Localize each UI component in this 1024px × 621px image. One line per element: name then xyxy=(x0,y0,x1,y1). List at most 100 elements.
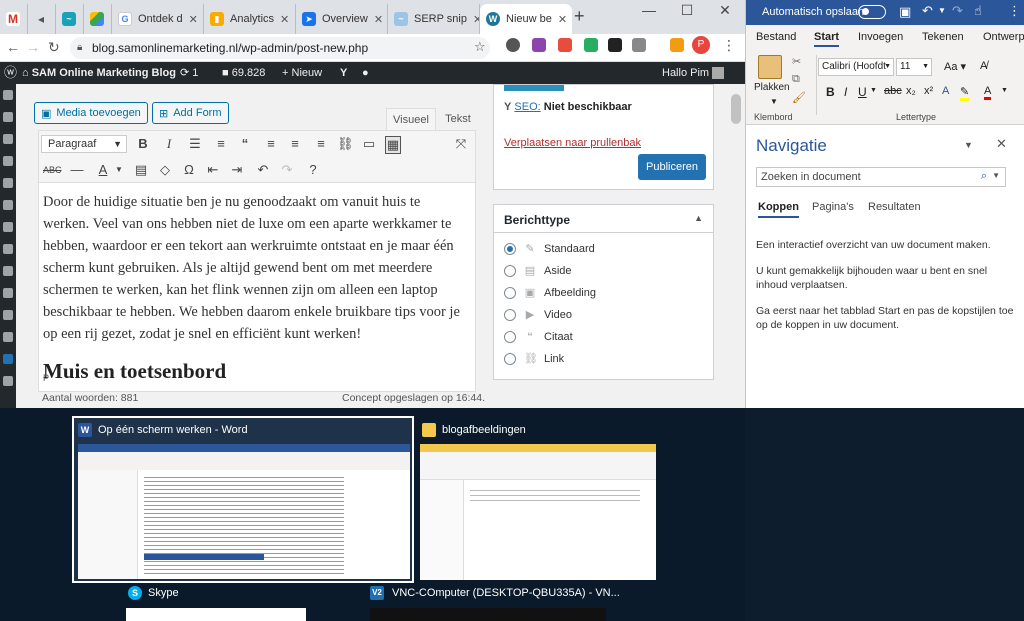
text-effects-icon[interactable]: A xyxy=(942,85,949,97)
touch-mode-icon[interactable]: ☝ xyxy=(974,3,982,19)
bold-icon[interactable]: B xyxy=(135,136,151,152)
search-icon[interactable]: ⌕ xyxy=(981,170,987,183)
nav-tab-paginas[interactable]: Pagina's xyxy=(812,201,854,213)
blockquote-icon[interactable]: “ xyxy=(237,136,253,152)
bold-icon[interactable]: B xyxy=(826,85,835,99)
italic-icon[interactable]: I xyxy=(844,85,847,99)
window-thumbnail-word-selected[interactable]: W Op één scherm werken - Word xyxy=(72,416,414,583)
users-icon[interactable] xyxy=(3,244,13,254)
subscript-icon[interactable]: x₂ xyxy=(906,85,916,97)
settings-icon[interactable] xyxy=(3,288,13,298)
chevron-down-icon[interactable]: ▼ xyxy=(870,87,877,94)
forms-icon[interactable] xyxy=(3,332,13,342)
posts-icon[interactable] xyxy=(3,112,13,122)
post-heading[interactable]: Muis en toetsenbord xyxy=(43,359,226,384)
reload-icon[interactable]: ↻ xyxy=(48,39,60,56)
outdent-icon[interactable]: ⇤ xyxy=(205,162,221,178)
yoast-icon[interactable]: Y xyxy=(340,62,347,84)
numbered-list-icon[interactable]: ≡ xyxy=(213,136,229,152)
close-icon[interactable]: ✕ xyxy=(274,13,289,26)
close-icon[interactable]: ✕ xyxy=(368,13,383,26)
clear-formatting-icon[interactable]: A̸ xyxy=(980,60,987,72)
change-case-icon[interactable]: Aa ▾ xyxy=(944,60,966,73)
tab-drive[interactable] xyxy=(84,4,112,34)
profile-avatar[interactable]: P xyxy=(692,36,710,54)
tab-gmail[interactable]: M xyxy=(0,4,28,34)
dashboard-icon[interactable] xyxy=(3,90,13,100)
align-center-icon[interactable]: ≡ xyxy=(287,136,303,152)
nav-tab-koppen[interactable]: Koppen xyxy=(758,201,799,218)
close-icon[interactable]: ✕ xyxy=(183,13,198,26)
collapse-arrow-icon[interactable]: ▲ xyxy=(694,213,703,223)
extension-icon[interactable] xyxy=(532,38,546,52)
fullscreen-icon[interactable]: ⤧ xyxy=(453,136,469,152)
paste-icon[interactable] xyxy=(758,55,782,79)
seo-menu-icon[interactable] xyxy=(3,310,13,320)
font-color-icon[interactable]: A xyxy=(984,85,992,100)
tab-serp[interactable]: ~ SERP snip✕ xyxy=(388,4,480,34)
site-name-link[interactable]: ⌂ SAM Online Marketing Blog xyxy=(22,62,176,84)
ribbon-tab-ontwerp[interactable]: Ontwerp xyxy=(983,31,1024,43)
format-radio-video[interactable] xyxy=(504,309,516,321)
cut-icon[interactable]: ✂ xyxy=(792,55,801,68)
close-icon[interactable]: ✕ xyxy=(467,13,479,26)
paste-text-icon[interactable]: ▤ xyxy=(133,162,149,178)
media-icon[interactable] xyxy=(3,134,13,144)
tab-visual[interactable]: Visueel xyxy=(386,108,436,130)
tab-google[interactable]: G Ontdek d ✕ xyxy=(112,4,204,34)
strikethrough-icon[interactable]: abc xyxy=(884,85,902,97)
window-thumbnail-explorer[interactable]: blogafbeeldingen xyxy=(420,420,656,580)
menu-icon[interactable]: ⋮ xyxy=(722,37,736,54)
ribbon-tab-invoegen[interactable]: Invoegen xyxy=(858,31,903,43)
align-right-icon[interactable]: ≡ xyxy=(313,136,329,152)
clear-format-icon[interactable]: ◇ xyxy=(157,162,173,178)
redo-icon[interactable]: ↷ xyxy=(952,3,963,19)
format-radio-afbeelding[interactable] xyxy=(504,287,516,299)
maximize-button[interactable]: ☐ xyxy=(669,2,705,19)
font-size-select[interactable]: 11 ▼ xyxy=(896,58,932,76)
undo-icon[interactable]: ↶ xyxy=(922,3,933,19)
ribbon-tab-start[interactable]: Start xyxy=(814,31,840,47)
extension-icon[interactable] xyxy=(506,38,520,52)
chevron-down-icon[interactable]: ▼ xyxy=(938,6,946,15)
format-radio-link[interactable] xyxy=(504,353,516,365)
format-select[interactable]: Paragraaf ▼ xyxy=(41,135,127,153)
format-radio-citaat[interactable] xyxy=(504,331,516,343)
comments-menu-icon[interactable] xyxy=(3,178,13,188)
collapse-icon[interactable] xyxy=(3,376,13,386)
help-icon[interactable]: ? xyxy=(305,162,321,178)
ribbon-tab-tekenen[interactable]: Tekenen xyxy=(922,31,964,43)
tools-icon[interactable] xyxy=(3,266,13,276)
italic-icon[interactable]: I xyxy=(161,136,177,152)
special-char-icon[interactable]: Ω xyxy=(181,162,197,178)
chevron-down-icon[interactable]: ▼ xyxy=(111,162,127,178)
extension-icon[interactable] xyxy=(632,38,646,52)
toolbar-toggle-icon[interactable]: ▦ xyxy=(385,136,401,154)
align-left-icon[interactable]: ≡ xyxy=(263,136,279,152)
copy-icon[interactable]: ⧉ xyxy=(792,73,800,86)
forward-icon[interactable]: → xyxy=(26,39,40,55)
tab-text[interactable]: Tekst xyxy=(436,108,480,130)
autosave-toggle[interactable] xyxy=(858,5,886,19)
link-icon[interactable]: ⛓ xyxy=(337,136,354,152)
plugins-icon[interactable] xyxy=(3,222,13,232)
minimize-button[interactable]: — xyxy=(631,2,667,18)
nav-tab-resultaten[interactable]: Resultaten xyxy=(868,201,921,213)
analytics-menu-icon[interactable] xyxy=(3,354,13,364)
format-painter-icon[interactable]: 🖌︎ xyxy=(792,91,806,104)
extension-icon[interactable] xyxy=(584,38,598,52)
back-icon[interactable]: ← xyxy=(6,39,20,55)
close-window-button[interactable]: ✕ xyxy=(707,2,743,19)
comments-link[interactable]: ■ 69.828 xyxy=(222,62,265,84)
tab-analytics[interactable]: ▮ Analytics ✕ xyxy=(204,4,296,34)
wordpress-logo-icon[interactable]: ⓦ xyxy=(4,62,17,84)
font-name-select[interactable]: Calibri (Hoofdt ▼ xyxy=(818,58,894,76)
redo-icon[interactable]: ↷ xyxy=(279,162,295,178)
format-radio-aside[interactable] xyxy=(504,265,516,277)
user-greeting[interactable]: Hallo Pim xyxy=(662,62,725,84)
tab-app[interactable]: ~ xyxy=(56,4,84,34)
post-format-header[interactable]: Berichttype ▲ xyxy=(494,205,713,233)
save-icon[interactable]: ▣ xyxy=(899,4,911,20)
extension-icon[interactable] xyxy=(670,38,684,52)
text-color-icon[interactable]: A xyxy=(95,162,111,178)
